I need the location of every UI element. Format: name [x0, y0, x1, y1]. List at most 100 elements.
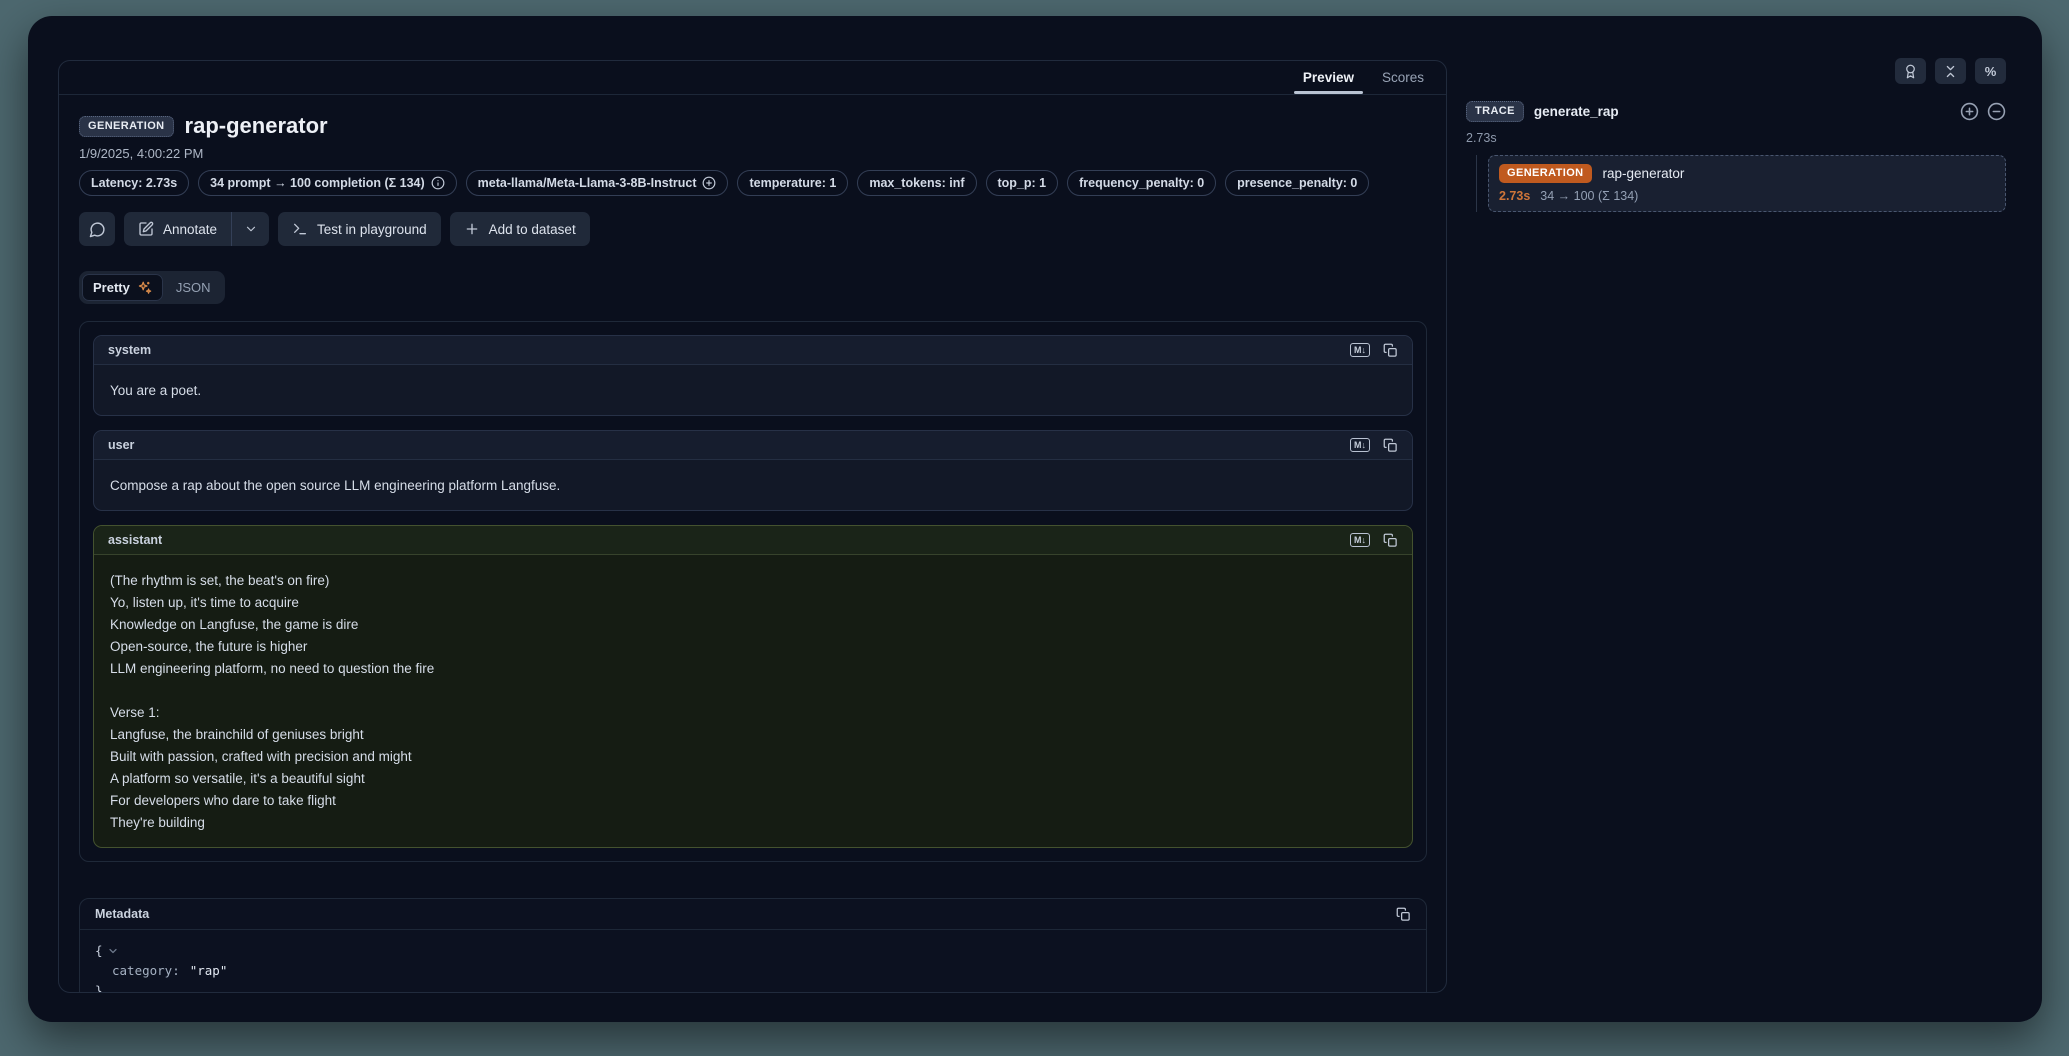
json-key-category: category: [95, 961, 180, 981]
assistant-message-tools: M↓ [1350, 533, 1398, 548]
app-window: Preview Scores GENERATION rap-generator … [28, 16, 2042, 1022]
observation-content: GENERATION rap-generator 1/9/2025, 4:00:… [59, 95, 1446, 992]
collapse-button[interactable] [1935, 58, 1966, 84]
annotate-dropdown-button[interactable] [231, 212, 269, 246]
tree-zoom-controls [1960, 102, 2006, 121]
token-usage-pill[interactable]: 34 prompt → 100 completion (Σ 134) [198, 170, 457, 196]
model-pill[interactable]: meta-llama/Meta-Llama-3-8B-Instruct [466, 170, 729, 196]
user-message-content: Compose a rap about the open source LLM … [94, 460, 1412, 510]
top-p-pill: top_p: 1 [986, 170, 1059, 196]
json-close-brace: } [95, 981, 103, 992]
user-message-header: user M↓ [94, 431, 1412, 460]
assistant-message-content[interactable]: (The rhythm is set, the beat's on fire) … [94, 555, 1412, 847]
user-role-label: user [108, 438, 134, 452]
test-in-playground-button[interactable]: Test in playground [278, 212, 441, 246]
observation-header: GENERATION rap-generator [79, 113, 1427, 139]
comment-button[interactable] [79, 212, 115, 246]
assistant-message-card: assistant M↓ (The rhythm is set, the bea… [93, 525, 1413, 848]
copy-icon[interactable] [1383, 438, 1398, 453]
generation-type-badge: GENERATION [1499, 164, 1592, 183]
frequency-penalty-pill: frequency_penalty: 0 [1067, 170, 1216, 196]
toggle-pretty[interactable]: Pretty [82, 274, 163, 301]
trace-tree-sidebar: % TRACE generate_rap 2.73s GENERATION r [1466, 58, 2006, 212]
observation-timestamp: 1/9/2025, 4:00:22 PM [79, 146, 1427, 161]
trace-tree: GENERATION rap-generator 2.73s 34 → 100 … [1466, 155, 2006, 212]
trace-row[interactable]: TRACE generate_rap [1466, 101, 2006, 122]
sparkles-icon [137, 280, 152, 295]
markdown-toggle-icon[interactable]: M↓ [1350, 533, 1370, 547]
system-message-header: system M↓ [94, 336, 1412, 365]
add-to-dataset-label: Add to dataset [489, 222, 576, 237]
metadata-card: Metadata { category: "rap" [79, 898, 1427, 992]
tree-node-stats: 2.73s 34 → 100 (Σ 134) [1499, 189, 1995, 203]
user-message-card: user M↓ Compose a rap about the open sou… [93, 430, 1413, 511]
system-role-label: system [108, 343, 151, 357]
page-title: rap-generator [185, 113, 328, 139]
chat-bubble-icon [89, 221, 106, 238]
system-message-tools: M↓ [1350, 343, 1398, 358]
user-message-tools: M↓ [1350, 438, 1398, 453]
toggle-json[interactable]: JSON [165, 274, 222, 301]
tree-node-header: GENERATION rap-generator [1499, 164, 1995, 183]
percent-icon: % [1985, 64, 1997, 79]
info-icon[interactable] [431, 176, 445, 190]
system-message-card: system M↓ You are a poet. [93, 335, 1413, 416]
collapse-json-chevron-icon[interactable] [107, 945, 119, 957]
trace-duration: 2.73s [1466, 131, 2006, 145]
json-value-category: "rap" [184, 961, 228, 981]
annotate-button[interactable]: Annotate [124, 212, 231, 246]
generation-tree-node-selected[interactable]: GENERATION rap-generator 2.73s 34 → 100 … [1488, 155, 2006, 212]
metadata-title: Metadata [95, 907, 149, 921]
json-open-brace: { [95, 941, 103, 961]
max-tokens-pill: max_tokens: inf [857, 170, 976, 196]
observation-detail-panel: Preview Scores GENERATION rap-generator … [58, 60, 1447, 993]
model-label: meta-llama/Meta-Llama-3-8B-Instruct [478, 176, 697, 190]
trace-type-badge: TRACE [1466, 101, 1524, 122]
system-message-content: You are a poet. [94, 365, 1412, 415]
generation-node-name: rap-generator [1603, 166, 1685, 181]
terminal-icon [292, 221, 308, 237]
trace-name: generate_rap [1534, 104, 1619, 119]
tab-scores[interactable]: Scores [1368, 61, 1438, 94]
pretty-label: Pretty [93, 280, 130, 295]
copy-icon[interactable] [1383, 533, 1398, 548]
preview-scores-tabbar: Preview Scores [59, 61, 1446, 95]
copy-icon[interactable] [1396, 907, 1411, 922]
chevron-down-icon [244, 222, 258, 236]
annotate-split-button: Annotate [124, 212, 269, 246]
generation-node-tokens: 34 → 100 (Σ 134) [1540, 189, 1638, 203]
latency-pill: Latency: 2.73s [79, 170, 189, 196]
circle-plus-icon[interactable] [702, 176, 716, 190]
award-icon [1903, 64, 1918, 79]
parameter-pill-row: Latency: 2.73s 34 prompt → 100 completio… [79, 170, 1427, 196]
chevrons-collapse-icon [1943, 64, 1958, 79]
toggle-percent-button[interactable]: % [1975, 58, 2006, 84]
test-in-playground-label: Test in playground [317, 222, 427, 237]
token-usage-label: 34 prompt → 100 completion (Σ 134) [210, 176, 425, 190]
tab-preview[interactable]: Preview [1289, 61, 1368, 94]
zoom-out-circle-icon[interactable] [1987, 102, 2006, 121]
temperature-pill: temperature: 1 [737, 170, 848, 196]
metadata-json: { category: "rap" } [80, 930, 1426, 992]
generation-node-duration: 2.73s [1499, 189, 1530, 203]
tree-connector-line [1476, 155, 1477, 212]
assistant-role-label: assistant [108, 533, 162, 547]
observation-type-badge: GENERATION [79, 116, 174, 137]
copy-icon[interactable] [1383, 343, 1398, 358]
edit-pen-icon [138, 221, 154, 237]
assistant-message-header: assistant M↓ [94, 526, 1412, 555]
award-scores-button[interactable] [1895, 58, 1926, 84]
action-button-row: Annotate Test in playground [79, 212, 1427, 246]
plus-icon [464, 221, 480, 237]
view-format-toggle: Pretty JSON [79, 271, 225, 304]
markdown-toggle-icon[interactable]: M↓ [1350, 438, 1370, 452]
messages-container: system M↓ You are a poet. user [79, 321, 1427, 862]
markdown-toggle-icon[interactable]: M↓ [1350, 343, 1370, 357]
presence-penalty-pill: presence_penalty: 0 [1225, 170, 1369, 196]
add-to-dataset-button[interactable]: Add to dataset [450, 212, 590, 246]
zoom-in-circle-icon[interactable] [1960, 102, 1979, 121]
desktop-background: { "tabs": { "preview": "Preview", "score… [0, 0, 2069, 1056]
metadata-header: Metadata [80, 899, 1426, 930]
annotate-label: Annotate [163, 222, 217, 237]
sidebar-icon-row: % [1466, 58, 2006, 84]
